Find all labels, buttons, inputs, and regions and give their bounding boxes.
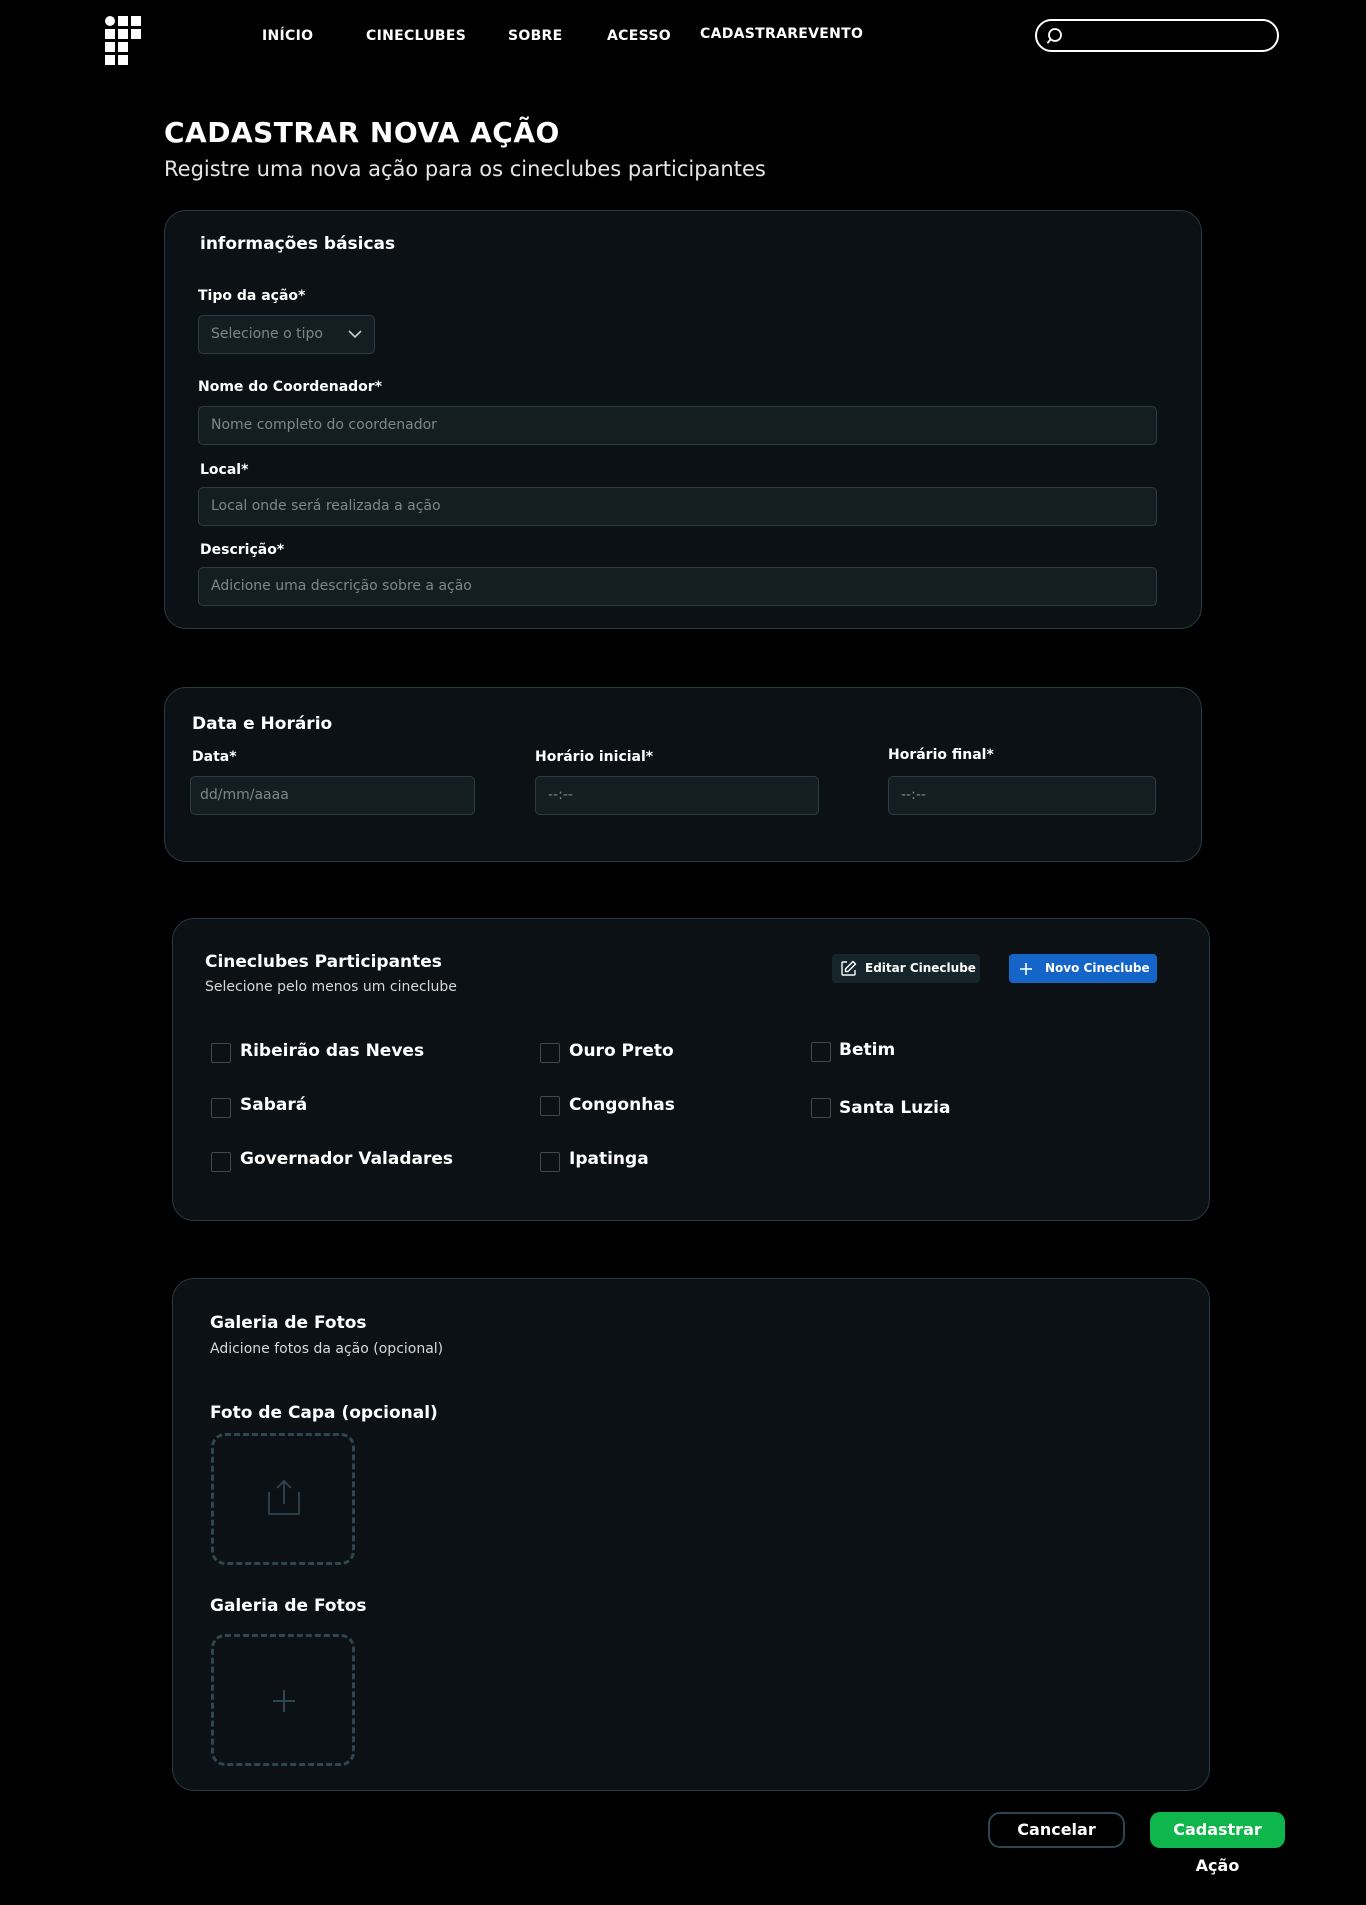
cineclube-option-label: Santa Luzia: [839, 1098, 951, 1118]
datetime-card: Data e Horário Data* dd/mm/aaaa Horário …: [164, 687, 1202, 862]
cover-photo-label: Foto de Capa (opcional): [210, 1403, 438, 1423]
datetime-title: Data e Horário: [192, 714, 333, 734]
checkbox-governador-valadares[interactable]: [211, 1152, 231, 1172]
cineclubes-subtitle: Selecione pelo menos um cineclube: [205, 979, 457, 995]
search-input[interactable]: [1035, 19, 1279, 52]
cineclube-option-label: Betim: [839, 1040, 896, 1060]
cineclube-option-label: Ipatinga: [569, 1149, 649, 1169]
action-type-select[interactable]: Selecione o tipo: [198, 315, 375, 354]
nav-inicio[interactable]: INÍCIO: [262, 28, 313, 44]
action-type-label: Tipo da ação*: [198, 288, 306, 304]
cover-photo-upload[interactable]: [211, 1433, 355, 1565]
cineclube-option-label: Sabará: [240, 1095, 308, 1115]
gallery-photos-label: Galeria de Fotos: [210, 1596, 367, 1616]
description-field[interactable]: Adicione uma descrição sobre a ação: [198, 567, 1157, 606]
search-icon: [1047, 28, 1062, 44]
cineclube-option-label: Congonhas: [569, 1095, 675, 1115]
page-subtitle: Registre uma nova ação para os cineclube…: [164, 157, 766, 181]
new-cineclube-label: Novo Cineclube: [1045, 961, 1150, 975]
upload-icon: [268, 1479, 300, 1515]
edit-cineclube-label: Editar Cineclube: [865, 961, 976, 975]
action-type-value: Selecione o tipo: [211, 326, 323, 342]
gallery-title: Galeria de Fotos: [210, 1313, 367, 1333]
plus-icon: [273, 1690, 295, 1712]
cancel-button[interactable]: Cancelar: [988, 1812, 1125, 1848]
checkbox-ipatinga[interactable]: [540, 1152, 560, 1172]
checkbox-betim[interactable]: [811, 1042, 831, 1062]
date-field[interactable]: dd/mm/aaaa: [190, 776, 475, 815]
nav-sobre[interactable]: SOBRE: [508, 28, 563, 44]
submit-button[interactable]: Cadastrar Ação: [1150, 1812, 1285, 1875]
start-time-field[interactable]: --:--: [535, 776, 819, 815]
page-title: CADASTRAR NOVA AÇÃO: [164, 116, 560, 149]
site-logo[interactable]: [105, 16, 143, 68]
date-label: Data*: [192, 749, 237, 765]
gallery-subtitle: Adicione fotos da ação (opcional): [210, 1341, 444, 1357]
location-field[interactable]: Local onde será realizada a ação: [198, 487, 1157, 526]
checkbox-santa-luzia[interactable]: [811, 1098, 831, 1118]
cineclubes-card: Cineclubes Participantes Selecione pelo …: [172, 918, 1210, 1221]
gallery-card: Galeria de Fotos Adicione fotos da ação …: [172, 1278, 1210, 1791]
cineclube-option-label: Ribeirão das Neves: [240, 1041, 425, 1061]
checkbox-ouro-preto[interactable]: [540, 1043, 560, 1063]
description-label: Descrição*: [200, 542, 285, 558]
start-time-label: Horário inicial*: [535, 749, 654, 765]
cineclube-option-label: Governador Valadares: [240, 1149, 454, 1169]
checkbox-ribeirao-das-neves[interactable]: [211, 1043, 231, 1063]
checkbox-sabara[interactable]: [211, 1098, 231, 1118]
coordinator-label: Nome do Coordenador*: [198, 379, 383, 395]
coordinator-field[interactable]: Nome completo do coordenador: [198, 406, 1157, 445]
basic-info-title: informações básicas: [200, 234, 396, 254]
basic-info-card: informações básicas Tipo da ação* Seleci…: [164, 210, 1202, 629]
location-label: Local*: [200, 462, 249, 478]
new-cineclube-button[interactable]: Novo Cineclube: [1009, 954, 1157, 983]
nav-acesso[interactable]: ACESSO: [607, 28, 671, 44]
edit-icon: [841, 960, 857, 976]
chevron-down-icon: [348, 330, 362, 339]
cineclubes-title: Cineclubes Participantes: [205, 952, 442, 972]
gallery-photos-upload[interactable]: [211, 1634, 355, 1766]
plus-icon: [1020, 963, 1032, 975]
checkbox-congonhas[interactable]: [540, 1096, 560, 1116]
cineclube-option-label: Ouro Preto: [569, 1041, 674, 1061]
nav-cadastrar-evento[interactable]: CADASTRAREVENTO: [700, 26, 863, 42]
end-time-field[interactable]: --:--: [888, 776, 1156, 815]
end-time-label: Horário final*: [888, 747, 994, 763]
edit-cineclube-button[interactable]: Editar Cineclube: [832, 954, 980, 983]
nav-cineclubes[interactable]: CINECLUBES: [366, 28, 466, 44]
